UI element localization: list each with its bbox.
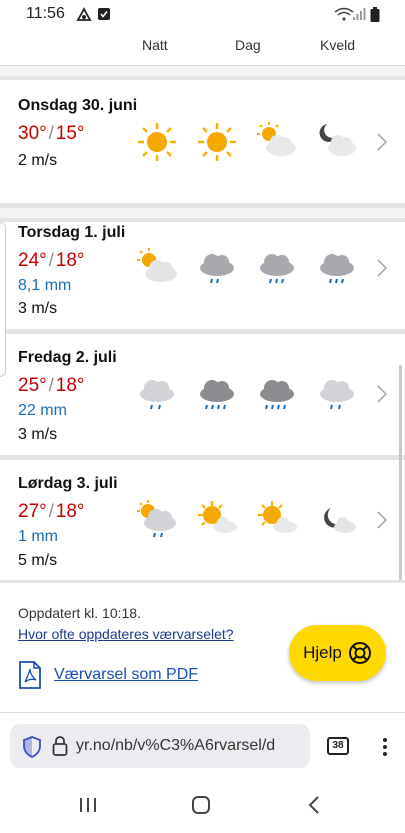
- system-navigation-bar: [0, 775, 405, 833]
- precipitation: 1 mm: [18, 528, 58, 545]
- column-evening: Kveld: [320, 37, 356, 53]
- precipitation: 8,1 mm: [18, 277, 72, 294]
- url-text: yr.no/nb/v%C3%A6rvarsel/d: [76, 737, 276, 754]
- temp-low: 18°: [55, 250, 85, 271]
- divider: [0, 580, 405, 583]
- precipitation: 22 mm: [18, 402, 67, 419]
- chevron-right-icon: [377, 385, 388, 403]
- day-row[interactable]: Onsdag 30. juni 30°/15° 2 m/s: [0, 80, 405, 203]
- pdf-link[interactable]: Værvarsel som PDF: [54, 666, 198, 684]
- partly-cloudy-moon-icon: [319, 124, 356, 156]
- cloud-heavy-rain-icon: [200, 380, 234, 410]
- wifi-icon: [334, 7, 354, 21]
- temp-low: 15°: [55, 123, 85, 144]
- scrollbar[interactable]: [399, 365, 402, 580]
- chevron-right-icon: [377, 511, 388, 529]
- chevron-right-icon: [377, 133, 388, 151]
- day-row[interactable]: Lørdag 3. juli 27°/18° 1 mm 5 m/s: [0, 460, 405, 580]
- overflow-menu-icon[interactable]: [382, 737, 388, 757]
- cloud-rain-icon: [200, 254, 234, 284]
- temp-high: 30°: [18, 123, 47, 144]
- signal-icon: [353, 8, 366, 20]
- address-bar[interactable]: yr.no/nb/v%C3%A6rvarsel/d: [10, 724, 310, 768]
- wind-speed: 3 m/s: [18, 426, 58, 443]
- partly-cloudy-sun-icon: [137, 248, 177, 282]
- wind-speed: 5 m/s: [18, 552, 58, 569]
- day-name: Lørdag 3. juli: [18, 475, 118, 492]
- tab-count-button[interactable]: 38: [327, 737, 349, 755]
- header-gap: [0, 66, 405, 76]
- column-night: Natt: [142, 37, 168, 53]
- temp-low: 18°: [55, 501, 85, 522]
- status-bar: 11:56: [0, 0, 405, 28]
- sun-icon: [198, 123, 236, 161]
- cloud-light-rain-icon: [140, 380, 174, 410]
- status-time: 11:56: [26, 5, 65, 22]
- cloud-rain-icon: [320, 254, 354, 284]
- partly-cloudy-sun-icon: [258, 501, 297, 533]
- temperature-range: 27°/18°: [18, 501, 85, 522]
- day-name: Torsdag 1. juli: [18, 224, 126, 241]
- pdf-link-row[interactable]: Værvarsel som PDF: [18, 660, 198, 690]
- help-label: Hjelp: [303, 643, 342, 662]
- temp-high: 27°: [18, 501, 47, 522]
- cloud-light-rain-icon: [320, 380, 354, 410]
- partly-cloudy-moon-icon: [324, 508, 356, 533]
- wind-speed: 2 m/s: [18, 152, 58, 169]
- assistant-icon: [76, 7, 92, 21]
- temperature-range: 30°/15°: [18, 123, 85, 144]
- chevron-right-icon: [377, 259, 388, 277]
- help-button[interactable]: Hjelp: [289, 625, 386, 681]
- temp-high: 24°: [18, 250, 47, 271]
- updated-text: Oppdatert kl. 10:18.: [18, 605, 141, 621]
- temperature-range: 24°/18°: [18, 250, 85, 271]
- recent-apps-icon[interactable]: [78, 796, 98, 814]
- update-frequency-link[interactable]: Hvor ofte oppdateres værvarselet?: [18, 626, 234, 642]
- partly-cloudy-sun-rain-icon: [137, 500, 176, 538]
- day-row[interactable]: Fredag 2. juli 25°/18° 22 mm 3 m/s: [0, 334, 405, 455]
- pdf-icon: [19, 661, 41, 689]
- partly-cloudy-sun-icon: [198, 501, 237, 533]
- sun-icon: [138, 123, 176, 161]
- column-day: Dag: [235, 37, 261, 53]
- back-icon[interactable]: [307, 795, 321, 815]
- home-icon[interactable]: [191, 795, 211, 815]
- cloud-rain-icon: [260, 254, 294, 284]
- period-column-header: Natt Dag Kveld: [0, 28, 405, 66]
- checkbox-notification-icon: [98, 8, 110, 20]
- day-name: Fredag 2. juli: [18, 349, 117, 366]
- battery-icon: [370, 7, 380, 22]
- side-panel-handle[interactable]: [0, 222, 6, 377]
- tracking-shield-icon[interactable]: [22, 736, 42, 758]
- day-row[interactable]: Torsdag 1. juli 24°/18° 8,1 mm 3 m/s: [0, 222, 405, 329]
- temp-high: 25°: [18, 375, 47, 396]
- cloud-heavy-rain-icon: [260, 380, 294, 410]
- temp-low: 18°: [55, 375, 85, 396]
- wind-speed: 3 m/s: [18, 300, 58, 317]
- partly-cloudy-sun-icon: [257, 122, 296, 156]
- day-name: Onsdag 30. juni: [18, 97, 138, 114]
- lifebuoy-icon: [348, 642, 371, 664]
- gap: [0, 208, 405, 218]
- toolbar-divider: [0, 712, 405, 713]
- lock-icon: [52, 736, 68, 756]
- temperature-range: 25°/18°: [18, 375, 85, 396]
